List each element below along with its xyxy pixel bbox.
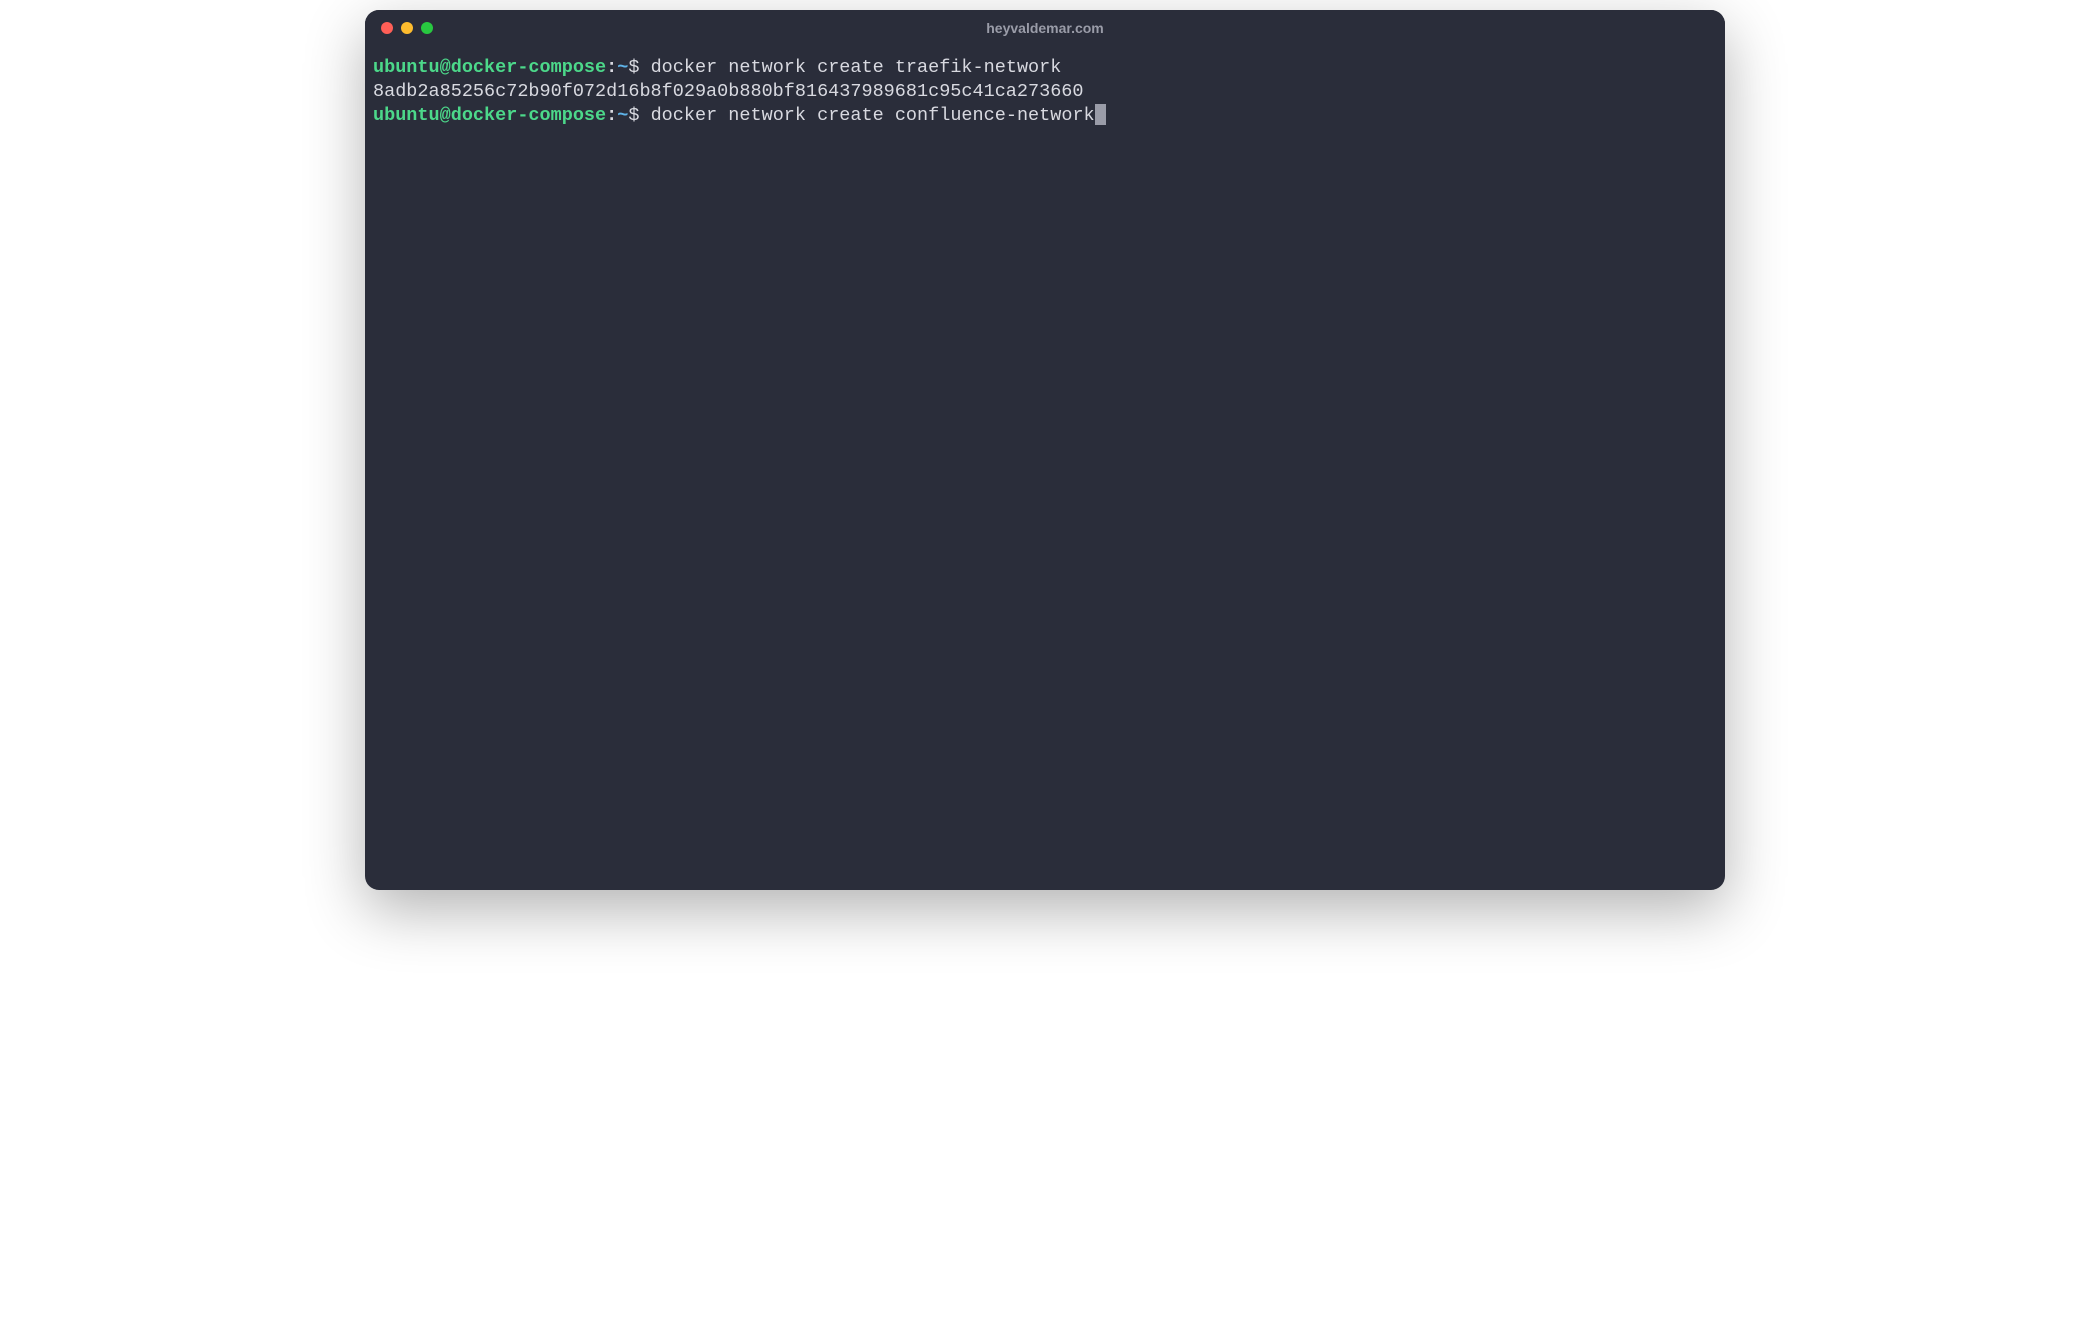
prompt-path: ~ <box>617 105 628 126</box>
minimize-button[interactable] <box>401 22 413 34</box>
traffic-lights <box>381 22 433 34</box>
prompt-dollar: $ <box>628 105 650 126</box>
prompt-colon: : <box>606 105 617 126</box>
terminal-window: heyvaldemar.com ubuntu@docker-compose:~$… <box>365 10 1725 890</box>
terminal-line: ubuntu@docker-compose:~$ docker network … <box>373 104 1717 128</box>
terminal-line: 8adb2a85256c72b90f072d16b8f029a0b880bf81… <box>373 80 1717 104</box>
cursor-icon <box>1095 104 1106 125</box>
title-bar: heyvaldemar.com <box>365 10 1725 46</box>
prompt-path: ~ <box>617 57 628 78</box>
terminal-body[interactable]: ubuntu@docker-compose:~$ docker network … <box>365 46 1725 890</box>
command-text: docker network create traefik-network <box>651 57 1062 78</box>
maximize-button[interactable] <box>421 22 433 34</box>
output-text: 8adb2a85256c72b90f072d16b8f029a0b880bf81… <box>373 81 1084 102</box>
prompt-user: ubuntu@docker-compose <box>373 57 606 78</box>
prompt-colon: : <box>606 57 617 78</box>
command-text: docker network create confluence-network <box>651 105 1095 126</box>
close-button[interactable] <box>381 22 393 34</box>
prompt-dollar: $ <box>628 57 650 78</box>
terminal-line: ubuntu@docker-compose:~$ docker network … <box>373 56 1717 80</box>
window-title: heyvaldemar.com <box>986 20 1104 36</box>
prompt-user: ubuntu@docker-compose <box>373 105 606 126</box>
